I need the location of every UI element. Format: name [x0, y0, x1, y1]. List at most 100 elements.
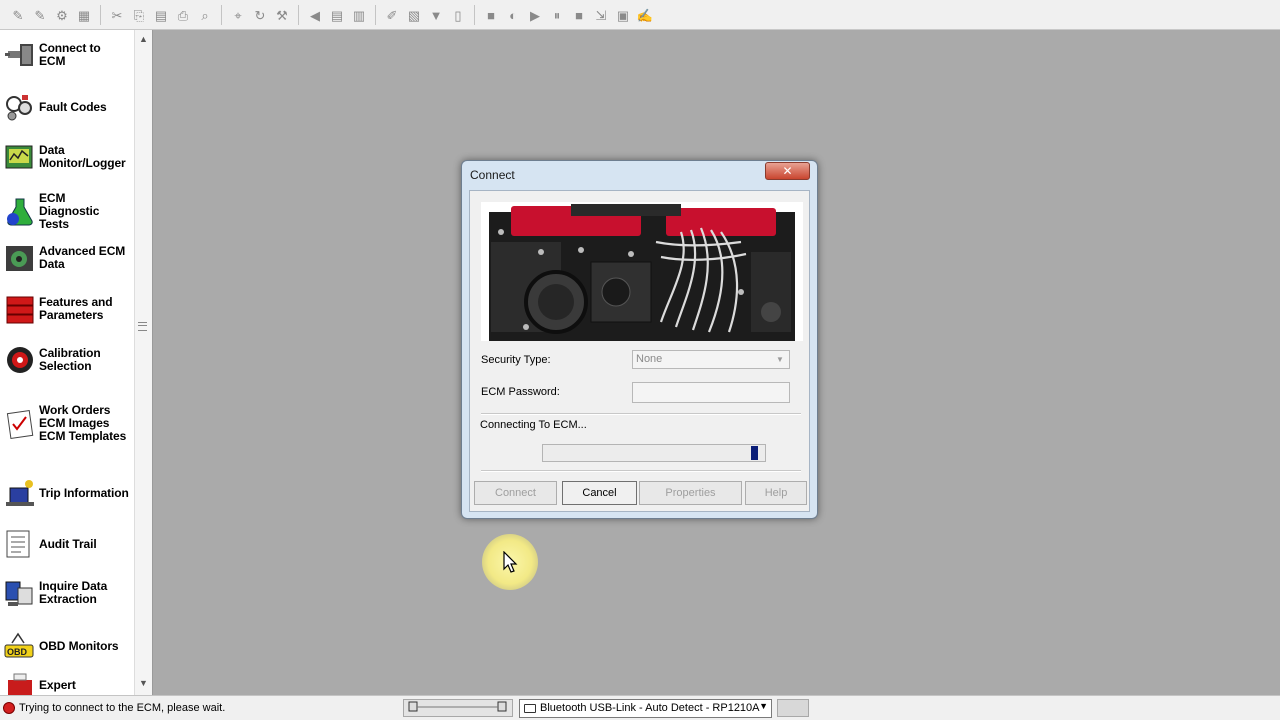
sidebar-item-label: Audit Trail — [39, 536, 97, 551]
trip-info-icon — [6, 480, 34, 506]
refresh-icon[interactable]: ↻ — [250, 5, 270, 25]
network-icon — [408, 701, 507, 712]
page-icon[interactable]: ▯ — [448, 5, 468, 25]
sidebar-item-audit-trail[interactable]: Audit Trail — [0, 529, 133, 559]
inquire-data-icon — [5, 581, 33, 606]
toolbar-separator — [474, 5, 475, 25]
work-orders-icon — [6, 409, 34, 439]
find-icon[interactable]: ⌖ — [228, 5, 248, 25]
expert-icon — [8, 673, 32, 695]
close-icon: ✕ — [782, 164, 793, 178]
error-status-icon — [3, 702, 15, 714]
adapter-select[interactable]: Bluetooth USB-Link - Auto Detect - RP121… — [519, 699, 772, 718]
main-toolbar: ✎ ✎ ⚙ ▦ ✂ ⎘ ▤ ⎙ ⌕ ⌖ ↻ ⚒ ◀ ▤ ▥ ✐ ▧ ▼ ▯ ■ ◐ ▶ ⏸ ■ ⇲ ▣ ✍ — [0, 0, 1280, 30]
sidebar: Connect to ECM Fault Codes Data Monitor/… — [0, 30, 153, 695]
security-type-select[interactable]: None ▼ — [632, 350, 790, 369]
pause-icon[interactable]: ◐ — [503, 5, 523, 25]
import-icon[interactable]: ▥ — [349, 5, 369, 25]
stop2-icon[interactable]: ■ — [569, 5, 589, 25]
sidebar-item-label: Advanced ECM Data — [39, 244, 126, 271]
connection-panel — [403, 699, 513, 717]
connection-status-text: Connecting To ECM... — [480, 419, 587, 431]
new-icon[interactable]: ✎ — [8, 5, 28, 25]
security-type-label: Security Type: — [481, 354, 551, 366]
sidebar-item-label: Fault Codes — [39, 99, 107, 114]
sidebar-item-ecm-diagnostic-tests[interactable]: ECM Diagnostic Tests — [0, 192, 133, 231]
cut-icon[interactable]: ✂ — [107, 5, 127, 25]
move-icon[interactable]: ⇲ — [591, 5, 611, 25]
ecm-password-label: ECM Password: — [481, 386, 560, 398]
filter-icon[interactable]: ▼ — [426, 5, 446, 25]
connection-progress-bar — [542, 444, 766, 462]
calibration-icon — [7, 347, 33, 373]
chevron-down-icon: ▼ — [776, 355, 784, 364]
status-panel-empty — [777, 699, 809, 717]
sidebar-item-work-orders[interactable]: Work Orders ECM Images ECM Templates — [0, 404, 133, 443]
sidebar-item-data-monitor[interactable]: Data Monitor/Logger — [0, 142, 133, 172]
paste-icon[interactable]: ▤ — [151, 5, 171, 25]
sidebar-item-label: Work Orders ECM Images ECM Templates — [39, 403, 127, 443]
export-icon[interactable]: ▤ — [327, 5, 347, 25]
folder-icon[interactable]: ▧ — [404, 5, 424, 25]
settings-icon[interactable]: ⚙ — [52, 5, 72, 25]
properties-button[interactable]: Properties — [639, 481, 742, 505]
progress-fill — [751, 446, 758, 460]
notes-icon[interactable]: ✍ — [635, 5, 655, 25]
close-button[interactable]: ✕ — [765, 162, 810, 180]
print-icon[interactable]: ⎙ — [173, 5, 193, 25]
cancel-button[interactable]: Cancel — [562, 481, 637, 505]
toolbar-separator — [298, 5, 299, 25]
adapter-icon — [524, 704, 536, 713]
sidebar-list: Connect to ECM Fault Codes Data Monitor/… — [0, 30, 133, 695]
status-bar: Trying to connect to the ECM, please wai… — [0, 695, 1280, 720]
help-button[interactable]: Help — [745, 481, 807, 505]
sidebar-item-label: Connect to ECM — [39, 41, 101, 68]
options-icon[interactable]: ▣ — [613, 5, 633, 25]
dialog-title: Connect — [470, 168, 515, 182]
sidebar-item-fault-codes[interactable]: Fault Codes — [0, 92, 133, 122]
stop-icon[interactable]: ⏸ — [547, 5, 567, 25]
svg-text:OBD: OBD — [7, 647, 28, 657]
sidebar-item-label: Trip Information — [39, 485, 129, 500]
sidebar-item-calibration-selection[interactable]: Calibration Selection — [0, 345, 133, 375]
announce-icon[interactable]: ◀ — [305, 5, 325, 25]
chevron-down-icon: ▼ — [759, 701, 768, 711]
sidebar-item-obd-monitors[interactable]: OBD OBD Monitors — [0, 631, 133, 661]
sidebar-item-label: Features and Parameters — [39, 295, 113, 322]
sidebar-item-trip-information[interactable]: Trip Information — [0, 478, 133, 508]
adapter-value: Bluetooth USB-Link - Auto Detect - RP121… — [540, 702, 760, 714]
sidebar-item-label: ECM Diagnostic Tests — [39, 191, 100, 231]
sidebar-item-label: Data Monitor/Logger — [39, 143, 126, 170]
sidebar-item-connect-to-ecm[interactable]: Connect to ECM — [0, 40, 133, 70]
divider — [481, 470, 801, 472]
obd-monitors-icon: OBD — [4, 632, 34, 658]
connect-button[interactable]: Connect — [474, 481, 557, 505]
edit-icon[interactable]: ✐ — [382, 5, 402, 25]
zoom-icon[interactable]: ⌕ — [195, 5, 215, 25]
advanced-ecm-icon — [6, 246, 33, 271]
toolbar-separator — [375, 5, 376, 25]
ecm-password-field[interactable] — [632, 382, 790, 403]
connect-dialog: Connect ✕ Security Type: None ▼ ECM Pass… — [461, 160, 818, 519]
sidebar-item-advanced-ecm-data[interactable]: Advanced ECM Data — [0, 243, 133, 273]
play-icon[interactable]: ▶ — [525, 5, 545, 25]
scroll-down-arrow-icon[interactable]: ▼ — [139, 678, 148, 688]
sidebar-item-expert[interactable]: Expert — [0, 670, 133, 695]
toolbar-buttons: ✎ ✎ ⚙ ▦ ✂ ⎘ ▤ ⎙ ⌕ ⌖ ↻ ⚒ ◀ ▤ ▥ ✐ ▧ ▼ ▯ ■ ◐ ▶ ⏸ ■ ⇲ ▣ ✍ — [8, 4, 655, 26]
mouse-pointer-icon — [503, 551, 518, 573]
scroll-up-arrow-icon[interactable]: ▲ — [139, 34, 148, 44]
sidebar-item-features-and-parameters[interactable]: Features and Parameters — [0, 294, 133, 324]
sidebar-scrollbar[interactable]: ▲ ▼ — [134, 30, 152, 695]
sidebar-item-inquire-data-extraction[interactable]: Inquire Data Extraction — [0, 578, 133, 608]
divider — [481, 413, 801, 415]
copy-icon[interactable]: ⎘ — [129, 5, 149, 25]
open-icon[interactable]: ✎ — [30, 5, 50, 25]
tools-icon[interactable]: ⚒ — [272, 5, 292, 25]
print-preview-icon[interactable]: ▦ — [74, 5, 94, 25]
scrollbar-grip-icon[interactable] — [138, 322, 147, 331]
data-monitor-icon — [5, 145, 33, 169]
record-icon[interactable]: ■ — [481, 5, 501, 25]
status-message: Trying to connect to the ECM, please wai… — [19, 702, 226, 714]
features-icon — [6, 296, 34, 324]
diagnostic-tests-icon — [7, 198, 33, 225]
